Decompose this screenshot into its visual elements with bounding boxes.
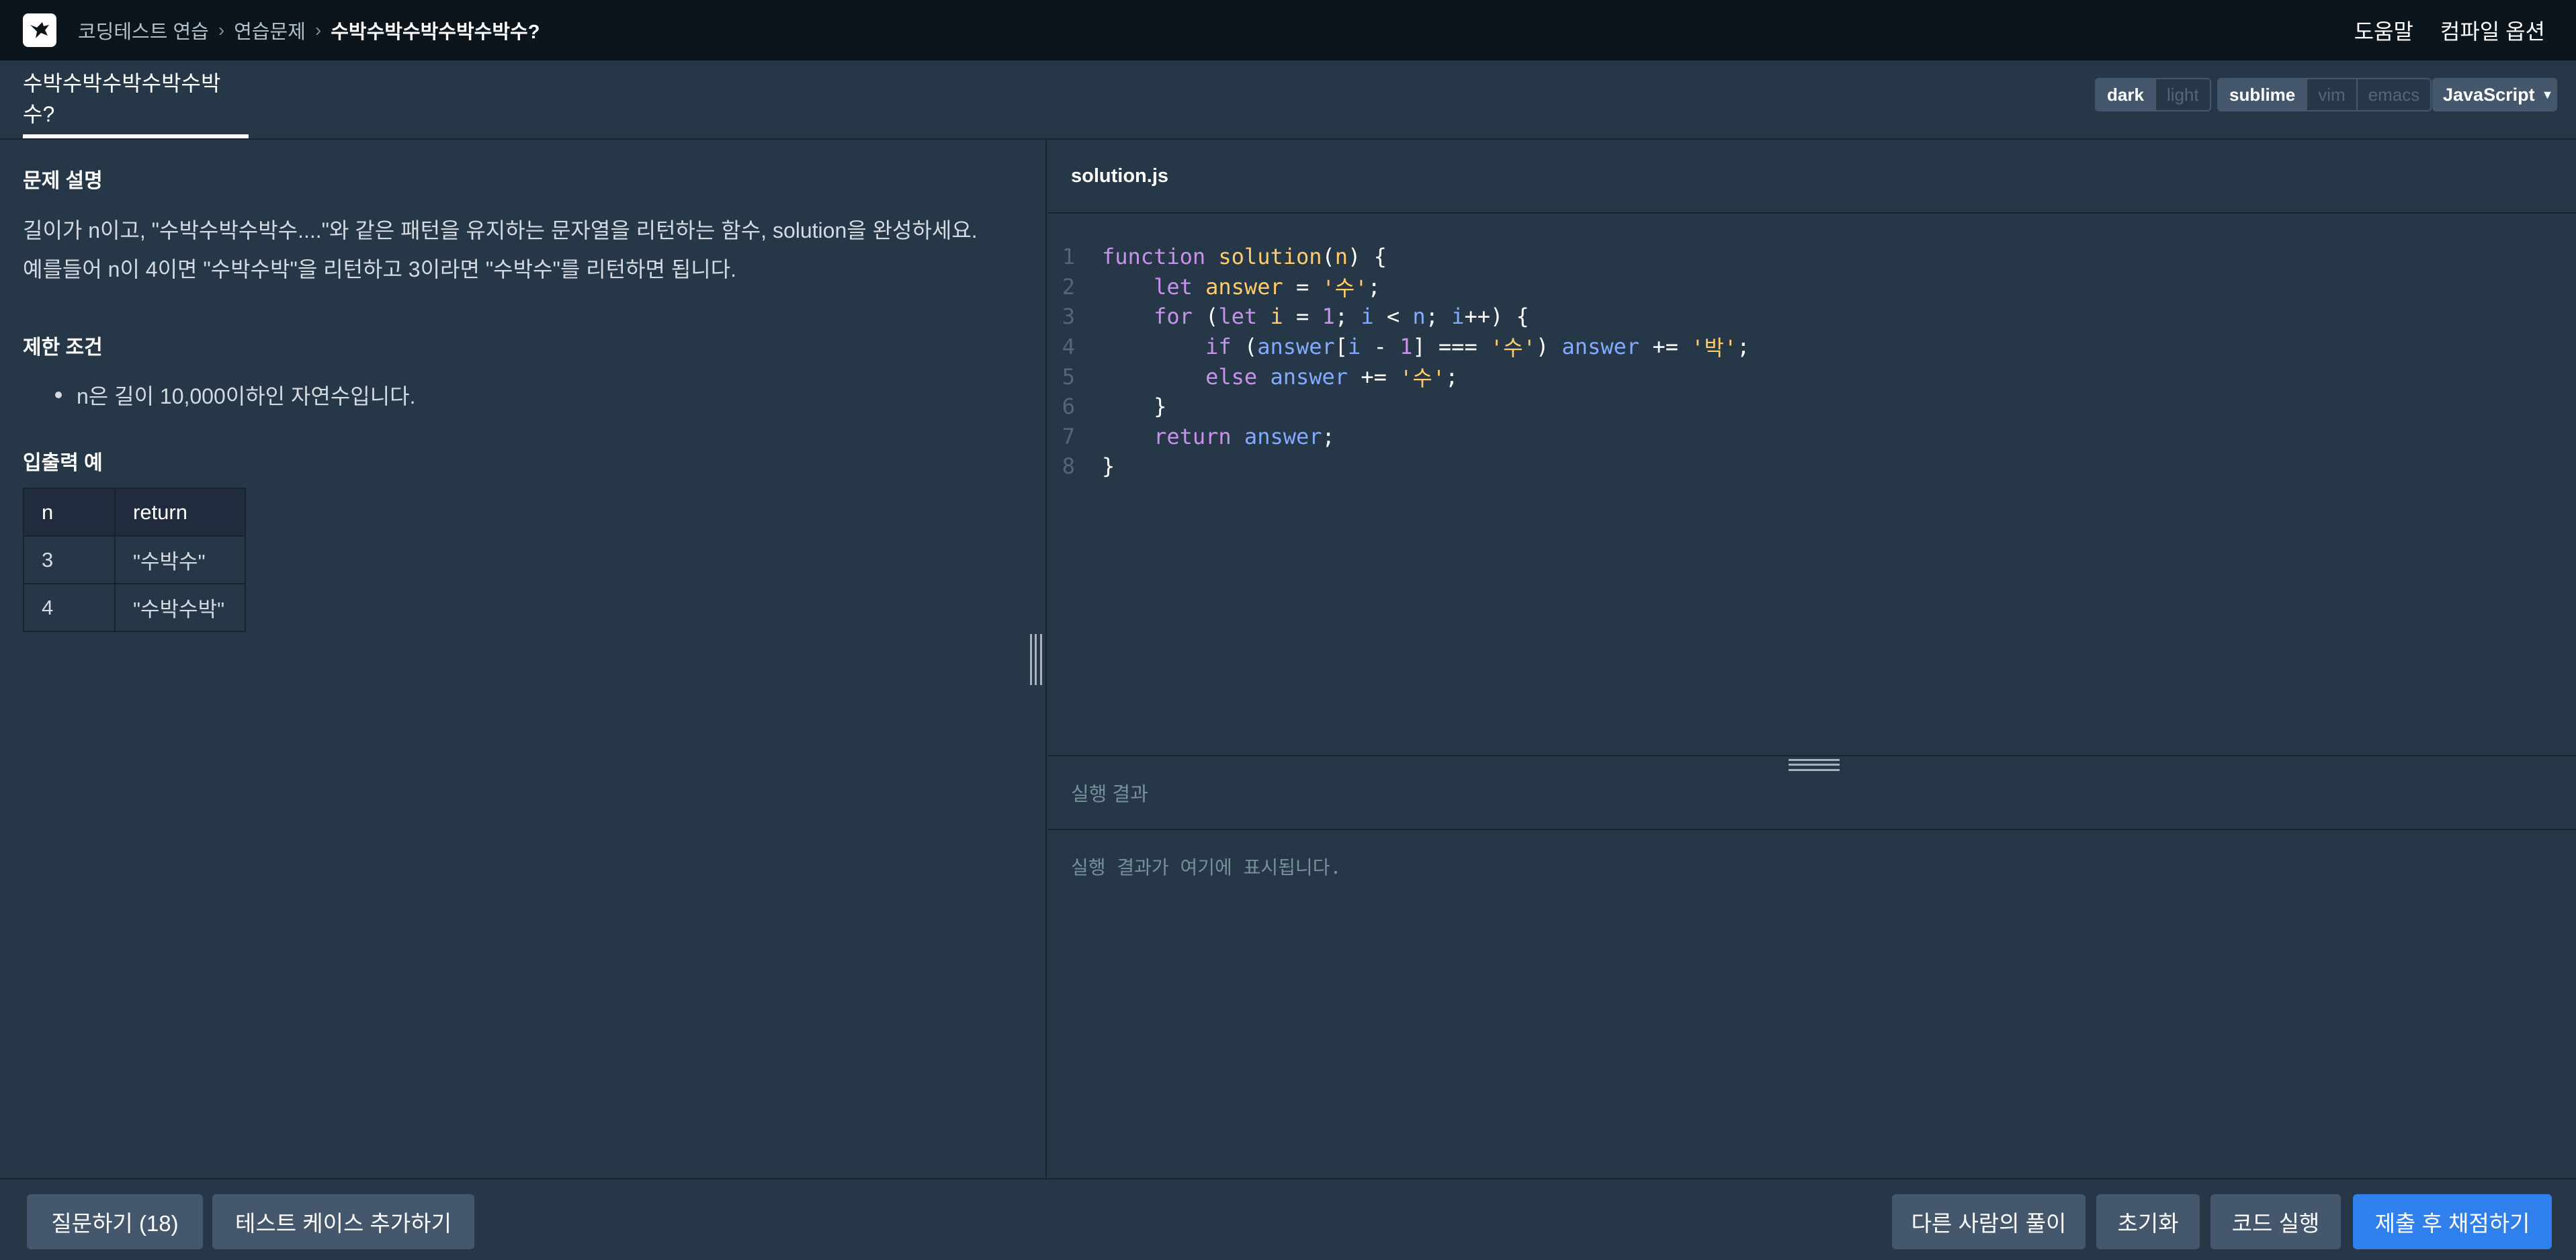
code-line: 8} xyxy=(1048,451,2576,482)
result-heading: 실행 결과 xyxy=(1071,784,1148,805)
line-number: 5 xyxy=(1062,363,1075,390)
code-line: 3 for (let i = 1; i < n; i ++) { xyxy=(1048,302,2576,332)
line-number: 3 xyxy=(1062,304,1075,330)
table-cell: 3 xyxy=(23,535,116,584)
code-line: 4 if (answer[i - 1] === '수') answer += '… xyxy=(1048,332,2576,362)
code-line: 2 let answer = '수'; xyxy=(1048,272,2576,302)
line-number: 7 xyxy=(1062,423,1075,449)
examples-table: n return 3 "수박수" 4 "수박수박" xyxy=(23,488,246,632)
description-text: 길이가 n이고, "수박수박수박수...."와 같은 패턴을 유지하는 문자열을… xyxy=(23,211,978,289)
run-code-button[interactable]: 코드 실행 xyxy=(2210,1194,2341,1249)
keymap-option-vim[interactable]: vim xyxy=(2306,79,2356,110)
editor-filename: solution.js xyxy=(1071,165,1168,187)
language-selected: JavaScript xyxy=(2443,84,2535,105)
keymap-toggle: sublime vim emacs xyxy=(2217,78,2432,111)
constraint-text: n은 길이 10,000이하인 자연수입니다. xyxy=(77,384,416,408)
caret-down-icon: ▼ xyxy=(2541,87,2554,101)
reset-button[interactable]: 초기화 xyxy=(2096,1194,2200,1249)
others-solution-button[interactable]: 다른 사람의 풀이 xyxy=(1892,1194,2086,1249)
submit-button[interactable]: 제출 후 채점하기 xyxy=(2353,1194,2552,1249)
help-link[interactable]: 도움말 xyxy=(2354,15,2413,46)
table-row: 3 "수박수" xyxy=(23,535,246,584)
table-row: 4 "수박수박" xyxy=(23,583,246,632)
theme-option-light[interactable]: light xyxy=(2154,79,2210,110)
programmers-logo-icon[interactable] xyxy=(23,13,56,47)
table-cell: "수박수" xyxy=(114,535,246,584)
code-line: 6 } xyxy=(1048,392,2576,422)
top-navigation-bar: 코딩테스트 연습 › 연습문제 › 수박수박수박수박수박수? 도움말 컴파일 옵… xyxy=(0,0,2576,60)
code-line: 1 function solution(n) { xyxy=(1048,242,2576,272)
bullet-icon xyxy=(55,392,62,398)
theme-option-dark[interactable]: dark xyxy=(2096,79,2155,110)
line-number: 6 xyxy=(1062,394,1075,420)
editor-header: solution.js xyxy=(1048,140,2576,214)
examples-heading: 입출력 예 xyxy=(23,452,103,474)
tab-problem-title[interactable]: 수박수박수박수박수박수? xyxy=(23,60,249,138)
description-line: 예를들어 n이 4이면 "수박수박"을 리턴하고 3이라면 "수박수"를 리턴하… xyxy=(23,257,737,281)
table-header: n xyxy=(23,488,116,537)
question-button[interactable]: 질문하기 (18) xyxy=(27,1194,203,1249)
line-number: 1 xyxy=(1062,244,1075,270)
code-line: 7 return answer; xyxy=(1048,422,2576,452)
code-line: 5 else answer += '수'; xyxy=(1048,361,2576,392)
line-number: 4 xyxy=(1062,334,1075,360)
table-cell: "수박수박" xyxy=(114,583,246,632)
compile-options-link[interactable]: 컴파일 옵션 xyxy=(2440,15,2545,46)
problem-tab-bar: 수박수박수박수박수박수? dark light sublime vim emac… xyxy=(0,60,2576,140)
line-number: 2 xyxy=(1062,273,1075,300)
breadcrumb-practice[interactable]: 연습문제 xyxy=(234,16,306,44)
result-output: 실행 결과가 여기에 표시됩니다. xyxy=(1071,856,1342,879)
breadcrumb: 코딩테스트 연습 › 연습문제 › 수박수박수박수박수박수? xyxy=(78,16,540,44)
add-testcase-button[interactable]: 테스트 케이스 추가하기 xyxy=(212,1194,474,1249)
chevron-right-icon: › xyxy=(314,19,322,40)
table-cell: 4 xyxy=(23,583,116,632)
description-line: 길이가 n이고, "수박수박수박수...."와 같은 패턴을 유지하는 문자열을… xyxy=(23,218,978,242)
horizontal-resize-handle[interactable] xyxy=(1789,759,1840,771)
bottom-action-bar: 질문하기 (18) 테스트 케이스 추가하기 다른 사람의 풀이 초기화 코드 … xyxy=(0,1178,2576,1260)
table-header: return xyxy=(114,488,246,537)
vertical-resize-handle[interactable] xyxy=(1030,634,1042,685)
keymap-option-sublime[interactable]: sublime xyxy=(2219,79,2307,110)
keymap-option-emacs[interactable]: emacs xyxy=(2356,79,2431,110)
code-editor[interactable]: 1 function solution(n) { 2 let answer = '… xyxy=(1048,242,2576,482)
line-number: 8 xyxy=(1062,453,1075,480)
constraints-heading: 제한 조건 xyxy=(23,336,103,359)
description-heading: 문제 설명 xyxy=(23,170,103,192)
table-header-row: n return xyxy=(23,488,246,537)
breadcrumb-coding-test[interactable]: 코딩테스트 연습 xyxy=(78,16,209,44)
constraint-item: n은 길이 10,000이하인 자연수입니다. xyxy=(23,373,416,416)
chevron-right-icon: › xyxy=(218,19,225,40)
language-dropdown[interactable]: JavaScript ▼ xyxy=(2432,78,2557,111)
problem-description-panel: 문제 설명 길이가 n이고, "수박수박수박수...."와 같은 패턴을 유지하… xyxy=(0,140,1047,1178)
breadcrumb-current-problem: 수박수박수박수박수박수? xyxy=(331,21,540,43)
theme-toggle: dark light xyxy=(2095,78,2211,111)
